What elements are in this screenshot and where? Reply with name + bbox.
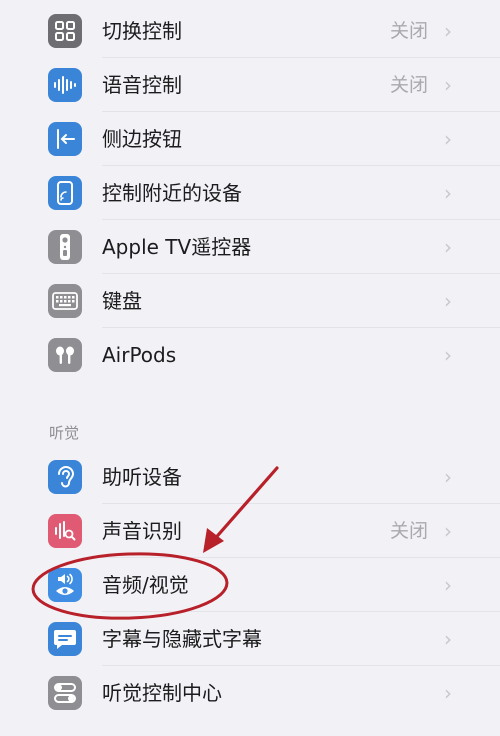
row-airpods[interactable]: AirPods › [0,328,500,382]
row-label: 切换控制 [102,19,182,43]
row-label: 声音识别 [102,519,182,543]
row-label: 键盘 [102,289,142,313]
row-sound-recognition[interactable]: 声音识别 关闭 › [0,504,500,558]
side-button-icon [48,122,82,156]
row-audio-visual[interactable]: 音频/视觉 › [0,558,500,612]
row-label: 控制附近的设备 [102,181,242,205]
nearby-device-icon [48,176,82,210]
row-value: 关闭 [389,520,428,542]
chevron-right-icon: › [444,235,452,259]
row-hearing-devices[interactable]: 助听设备 › [0,450,500,504]
grid-icon [48,14,82,48]
row-label: Apple TV遥控器 [102,235,252,259]
sound-recognition-icon [48,514,82,548]
row-apple-tv-remote[interactable]: Apple TV遥控器 › [0,220,500,274]
audio-visual-icon [48,568,82,602]
row-keyboard[interactable]: 键盘 › [0,274,500,328]
chevron-right-icon: › [444,573,452,597]
row-hearing-control-center[interactable]: 听觉控制中心 › [0,666,500,720]
row-side-button[interactable]: 侧边按钮 › [0,112,500,166]
row-value: 关闭 [389,74,428,96]
chevron-right-icon: › [444,289,452,313]
remote-icon [48,230,82,264]
section-header-hearing: 听觉 [49,424,80,442]
ear-icon [48,460,82,494]
keyboard-icon [48,284,82,318]
row-label: 侧边按钮 [102,127,182,151]
row-switch-control[interactable]: 切换控制 关闭 › [0,4,500,58]
row-value: 关闭 [389,20,428,42]
toggle-icon [48,676,82,710]
chevron-right-icon: › [444,519,452,543]
chevron-right-icon: › [444,73,452,97]
chevron-right-icon: › [444,181,452,205]
row-label: 字幕与隐藏式字幕 [102,627,262,651]
airpods-icon [48,338,82,372]
chevron-right-icon: › [444,681,452,705]
row-label: 助听设备 [102,465,182,489]
row-label: 语音控制 [102,73,182,97]
row-voice-control[interactable]: 语音控制 关闭 › [0,58,500,112]
chevron-right-icon: › [444,343,452,367]
chevron-right-icon: › [444,19,452,43]
waveform-icon [48,68,82,102]
row-label: 听觉控制中心 [102,681,222,705]
row-nearby-devices[interactable]: 控制附近的设备 › [0,166,500,220]
chevron-right-icon: › [444,465,452,489]
subtitles-icon [48,622,82,656]
row-label: AirPods [102,343,177,367]
chevron-right-icon: › [444,127,452,151]
row-subtitles[interactable]: 字幕与隐藏式字幕 › [0,612,500,666]
row-label: 音频/视觉 [102,573,189,597]
chevron-right-icon: › [444,627,452,651]
